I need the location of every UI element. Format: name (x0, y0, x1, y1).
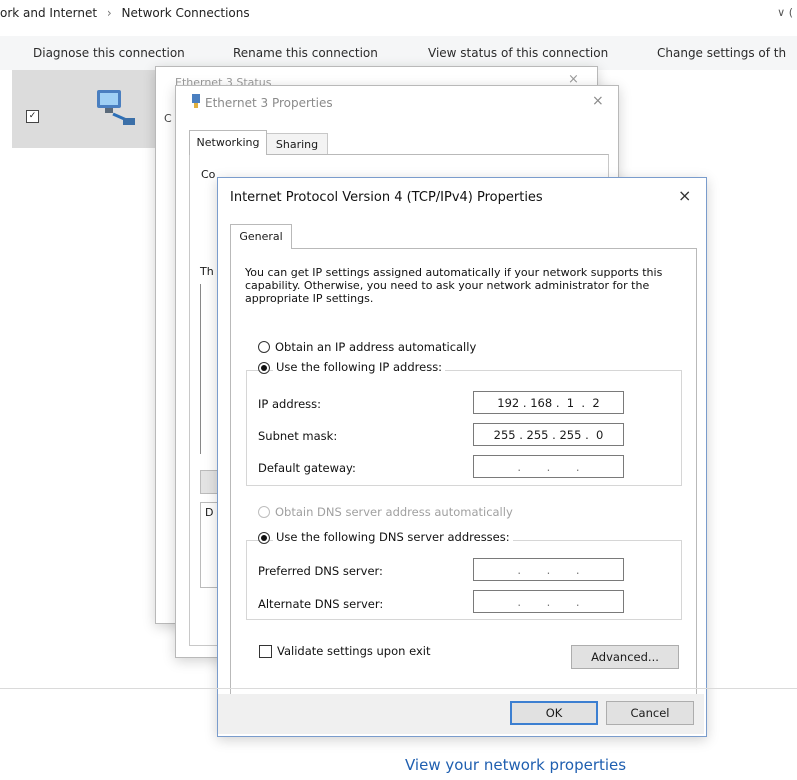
view-network-properties-link[interactable]: View your network properties (405, 756, 626, 774)
ipv4-dialog-title: Internet Protocol Version 4 (TCP/IPv4) P… (230, 190, 543, 205)
change-settings-button[interactable]: Change settings of th (657, 46, 786, 60)
obtain-ip-auto-label[interactable]: Obtain an IP address automatically (275, 340, 476, 354)
use-following-ip-radio[interactable] (258, 362, 270, 374)
validate-settings-checkbox[interactable] (259, 645, 272, 658)
breadcrumb-separator-icon: › (106, 6, 112, 20)
default-gateway-field[interactable]: . . . (473, 455, 624, 478)
ipv4-close-icon[interactable]: × (678, 186, 691, 205)
breadcrumb-item-network-connections[interactable]: Network Connections (122, 6, 250, 20)
ip-settings-description: You can get IP settings assigned automat… (245, 266, 663, 305)
cancel-button[interactable]: Cancel (606, 701, 694, 725)
address-dropdown-chevron-icon[interactable]: ∨ ( (777, 6, 793, 19)
rename-connection-button[interactable]: Rename this connection (233, 46, 378, 60)
tab-sharing[interactable]: Sharing (266, 133, 328, 156)
obtain-ip-auto-radio[interactable] (258, 341, 270, 353)
ok-button[interactable]: OK (510, 701, 598, 725)
use-following-dns-radio[interactable] (258, 532, 270, 544)
adapter-properties-icon (192, 94, 200, 108)
tab-networking[interactable]: Networking (189, 130, 267, 155)
status-partial-label: C (164, 112, 172, 125)
tile-checkbox[interactable]: ✓ (26, 110, 39, 123)
view-status-button[interactable]: View status of this connection (428, 46, 608, 60)
subnet-mask-field[interactable]: 255 . 255 . 255 . 0 (473, 423, 624, 446)
divider (0, 688, 797, 689)
description-label: D (205, 506, 214, 519)
this-connection-uses-label: Th (200, 265, 214, 278)
diagnose-connection-button[interactable]: Diagnose this connection (33, 46, 185, 60)
tab-general[interactable]: General (230, 224, 292, 249)
validate-settings-label[interactable]: Validate settings upon exit (277, 644, 430, 658)
obtain-dns-auto-radio[interactable] (258, 506, 270, 518)
connect-using-label: Co (201, 168, 216, 181)
breadcrumb-item-network-and-internet[interactable]: ork and Internet (0, 6, 97, 20)
alternate-dns-field[interactable]: . . . (473, 590, 624, 613)
advanced-button[interactable]: Advanced... (571, 645, 679, 669)
obtain-dns-auto-label[interactable]: Obtain DNS server address automatically (275, 505, 513, 519)
use-following-ip-label[interactable]: Use the following IP address: (273, 360, 446, 374)
breadcrumb: ork and Internet › Network Connections (0, 6, 250, 20)
default-gateway-label: Default gateway: (258, 461, 356, 475)
ip-address-label: IP address: (258, 397, 322, 411)
ethernet-properties-close-icon[interactable]: × (592, 93, 604, 109)
connection-tile-ethernet-3[interactable] (12, 70, 162, 148)
preferred-dns-field[interactable]: . . . (473, 558, 624, 581)
use-following-dns-label[interactable]: Use the following DNS server addresses: (273, 530, 513, 544)
ip-address-field[interactable]: 192 . 168 . 1 . 2 (473, 391, 624, 414)
alternate-dns-label: Alternate DNS server: (258, 597, 384, 611)
preferred-dns-label: Preferred DNS server: (258, 564, 383, 578)
network-adapter-icon (97, 90, 135, 125)
ethernet-properties-title: Ethernet 3 Properties (205, 96, 333, 110)
subnet-mask-label: Subnet mask: (258, 429, 338, 443)
